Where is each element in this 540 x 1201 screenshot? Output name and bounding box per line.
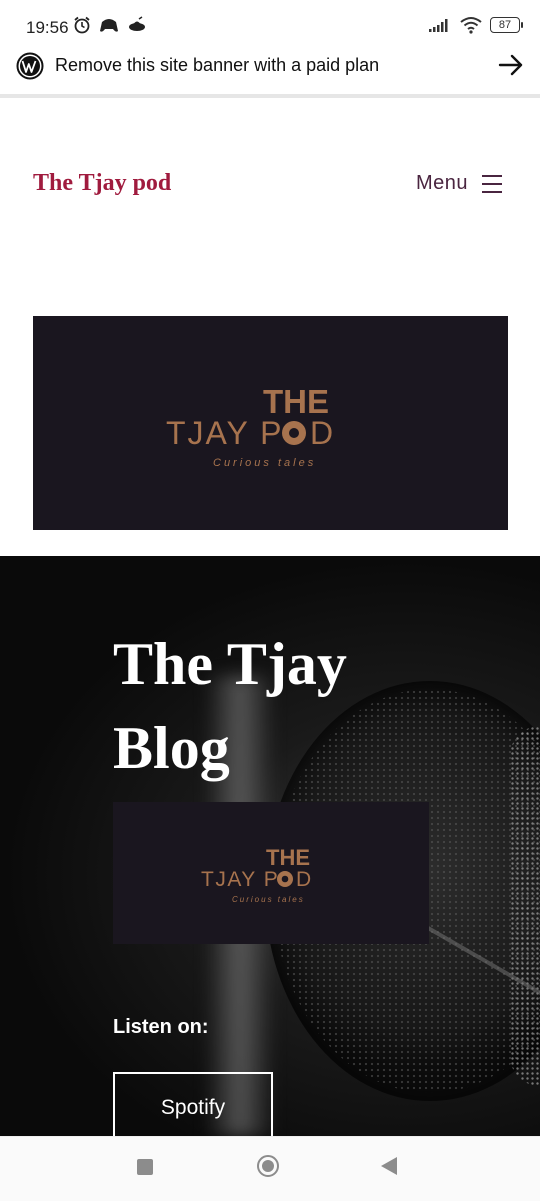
battery-icon: 87 bbox=[490, 17, 523, 33]
status-icons-left bbox=[73, 16, 147, 34]
hero-logo-line1: THE bbox=[266, 845, 310, 870]
alarm-icon bbox=[74, 16, 90, 34]
logo-tagline: Curious tales bbox=[213, 457, 316, 469]
background-microphone-2 bbox=[510, 726, 540, 1086]
ufo-icon bbox=[129, 16, 145, 31]
hero-logo-tagline: Curious tales bbox=[232, 895, 305, 904]
hero-logo-graphic: THE TJAY P D Curious tales bbox=[201, 845, 311, 904]
listen-on-label: Listen on: bbox=[113, 1016, 209, 1038]
home-icon[interactable] bbox=[257, 1155, 279, 1177]
site-logo[interactable]: THE TJAY P D Curious tales bbox=[33, 316, 508, 530]
wp-banner-text[interactable]: Remove this site banner with a paid plan bbox=[55, 55, 379, 76]
status-time: 19:56 bbox=[26, 18, 69, 37]
hero-title: The Tjay Blog bbox=[113, 631, 347, 781]
wordpress-icon bbox=[16, 52, 44, 80]
hero-logo[interactable]: THE TJAY P D Curious tales bbox=[113, 802, 429, 944]
logo-line2-end: D bbox=[310, 415, 333, 451]
wifi-icon bbox=[460, 17, 482, 34]
recent-apps-icon[interactable] bbox=[137, 1159, 153, 1175]
logo-line2: TJAY P bbox=[166, 415, 284, 451]
signal-icon bbox=[429, 19, 448, 32]
menu-button[interactable]: Menu bbox=[416, 172, 502, 195]
hero-logo-line2: TJAY P bbox=[201, 868, 279, 891]
system-nav-bar bbox=[0, 1136, 540, 1201]
site-title[interactable]: The Tjay pod bbox=[33, 170, 171, 197]
logo-graphic: THE TJAY P D Curious tales bbox=[166, 383, 333, 469]
status-bar: 19:56 87 bbox=[0, 0, 540, 48]
hero-section: The Tjay Blog THE TJAY P D Curious tales… bbox=[0, 556, 540, 1136]
back-icon[interactable] bbox=[381, 1157, 397, 1175]
hamburger-icon bbox=[482, 174, 502, 193]
status-icons-right: 87 bbox=[428, 16, 523, 34]
game-controller-icon bbox=[100, 19, 118, 32]
arrow-right-icon[interactable] bbox=[498, 52, 524, 78]
menu-label: Menu bbox=[415, 172, 468, 194]
hero-logo-line2-end: D bbox=[296, 868, 311, 891]
wp-upgrade-banner[interactable]: Remove this site banner with a paid plan bbox=[0, 42, 540, 98]
spotify-button[interactable]: Spotify bbox=[113, 1072, 273, 1136]
